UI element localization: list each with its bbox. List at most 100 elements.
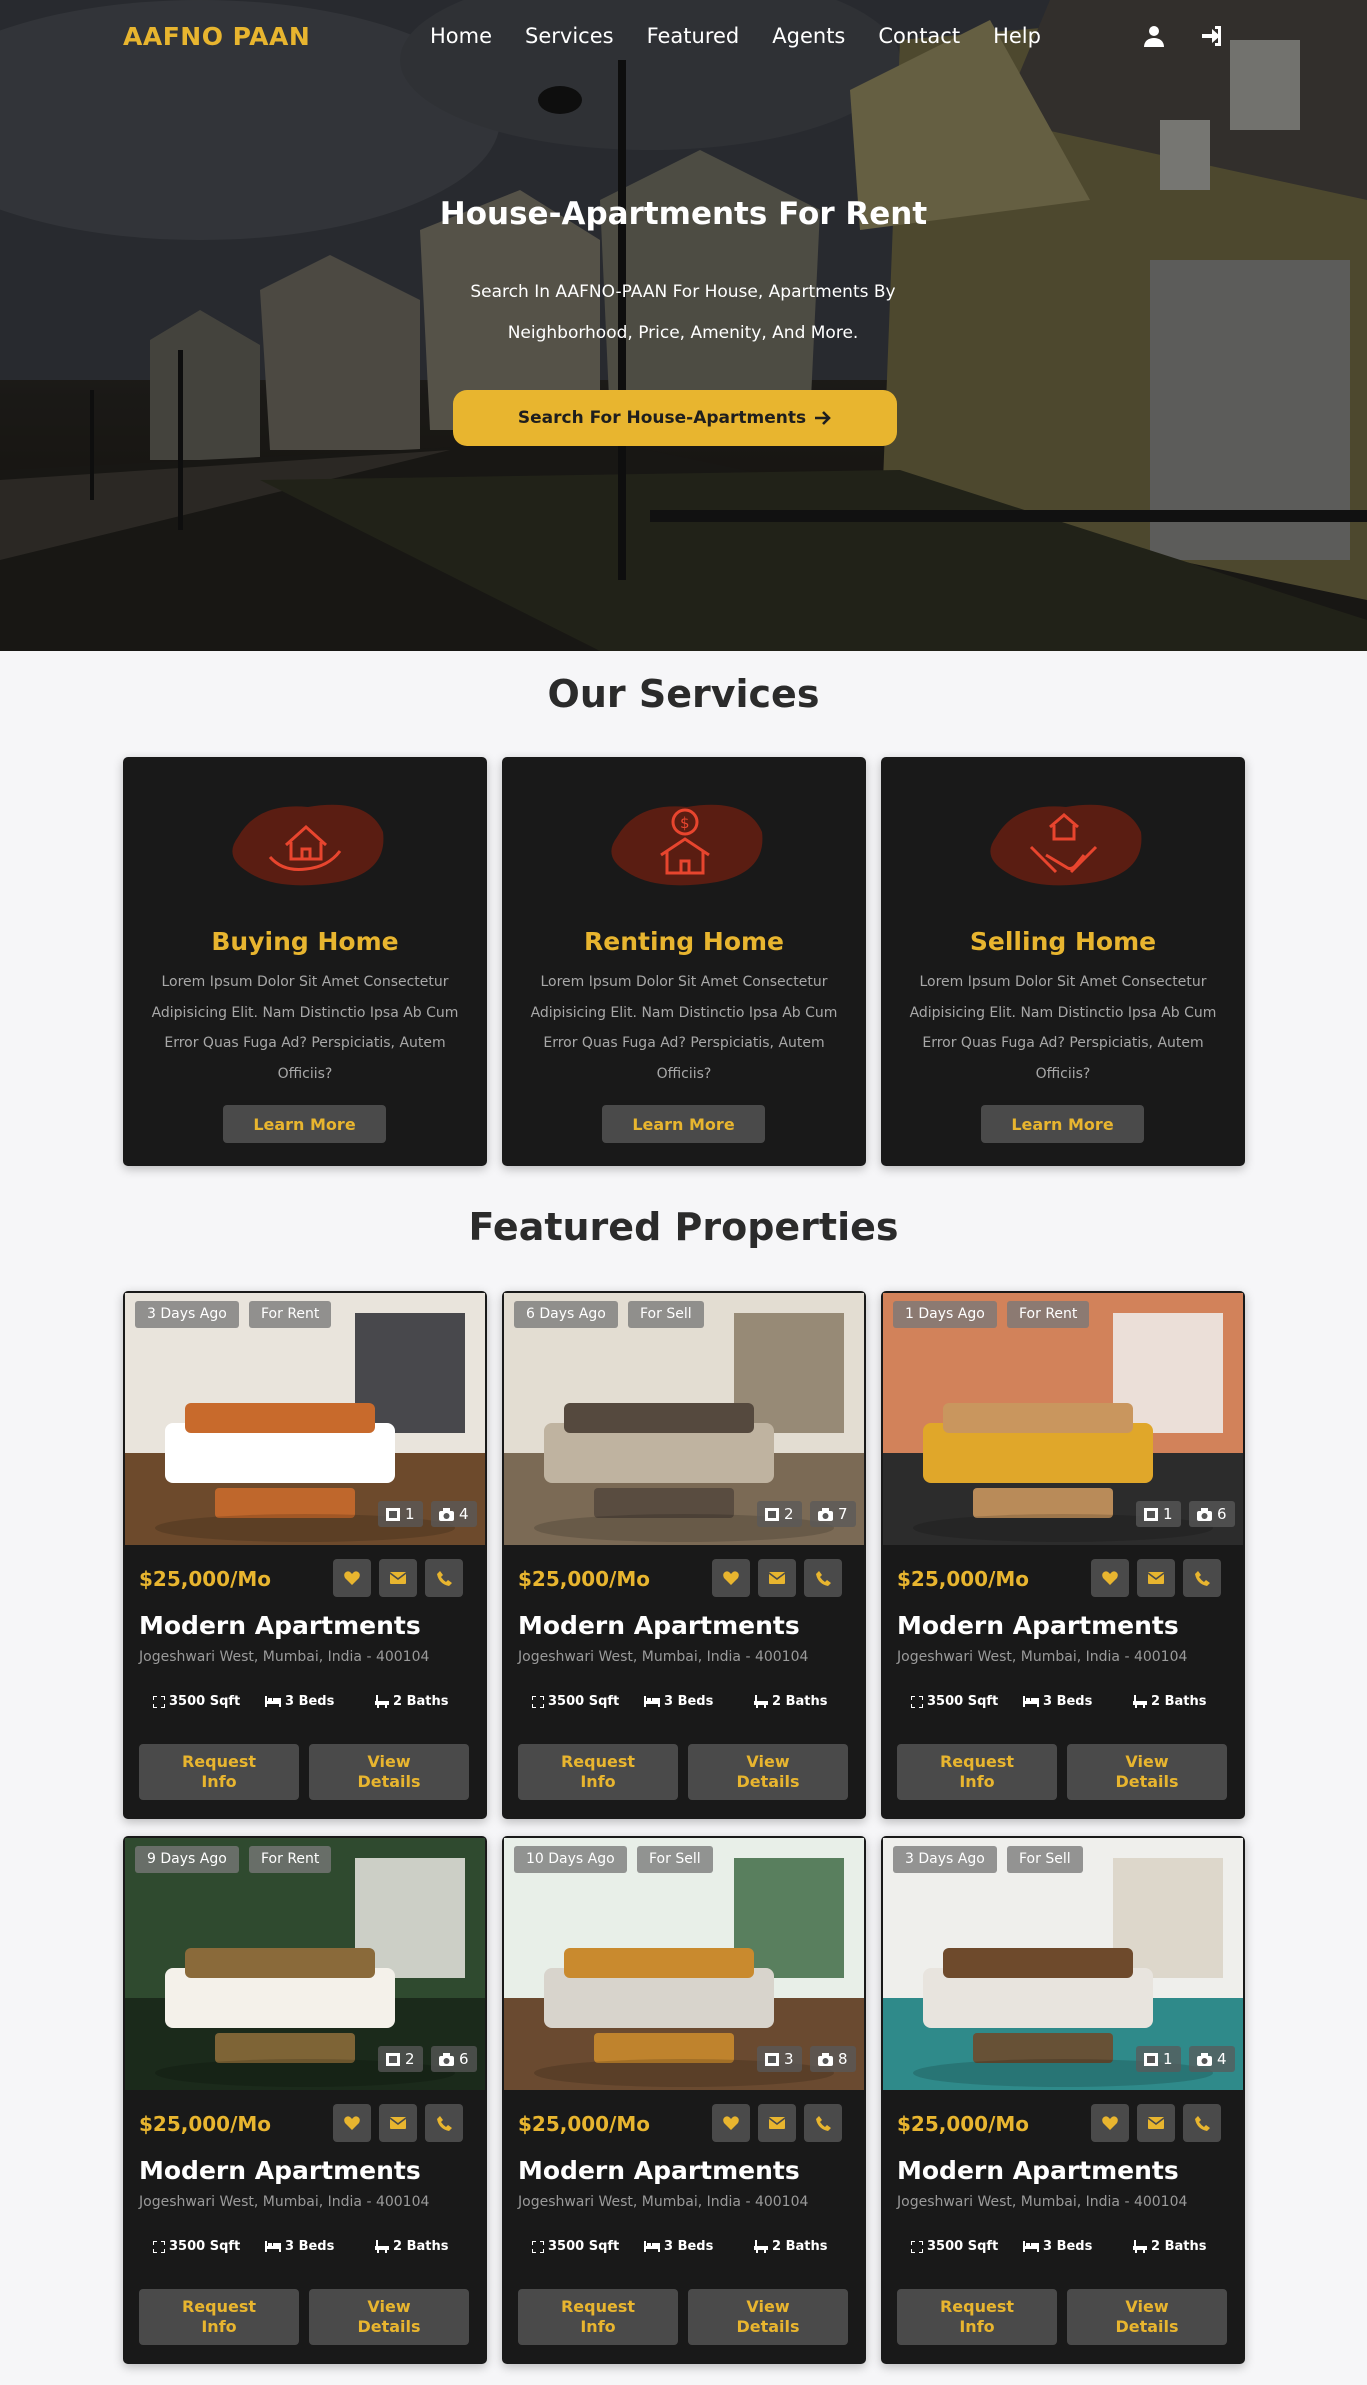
nav-link-help[interactable]: Help (993, 24, 1041, 48)
sign-in-icon[interactable] (1200, 24, 1226, 50)
bed-icon (644, 2241, 660, 2252)
search-houses-button[interactable]: Search For House-Apartments (453, 390, 897, 446)
user-icon[interactable] (1142, 24, 1168, 50)
video-count[interactable]: 1 (1136, 2046, 1181, 2072)
request-info-button[interactable]: Request Info (897, 2289, 1057, 2345)
expand-icon (911, 2240, 923, 2253)
favorite-button[interactable] (333, 2104, 371, 2142)
message-button[interactable] (758, 1559, 796, 1597)
video-count[interactable]: 1 (378, 1501, 423, 1527)
property-card: 9 Days Ago For Rent 2 6 $25,000/Mo Moder… (123, 1836, 487, 2364)
view-details-button[interactable]: View Details (309, 1744, 469, 1800)
video-count[interactable]: 3 (757, 2046, 802, 2072)
nav-link-home[interactable]: Home (430, 24, 492, 48)
nav-link-featured[interactable]: Featured (647, 24, 740, 48)
heart-icon (723, 2116, 739, 2130)
view-details-button[interactable]: View Details (688, 1744, 848, 1800)
video-count-value: 2 (784, 1505, 794, 1523)
message-button[interactable] (758, 2104, 796, 2142)
film-icon (386, 1507, 400, 1521)
baths-value: 2 Baths (772, 2239, 828, 2254)
view-details-button[interactable]: View Details (688, 2289, 848, 2345)
photo-count[interactable]: 6 (431, 2046, 477, 2072)
hero-title: House-Apartments For Rent (439, 196, 928, 232)
request-info-button[interactable]: Request Info (518, 1744, 678, 1800)
property-title[interactable]: Modern Apartments (897, 2156, 1179, 2185)
services-title: Our Services (547, 672, 820, 716)
photo-count[interactable]: 6 (1189, 1501, 1235, 1527)
favorite-button[interactable] (333, 1559, 371, 1597)
favorite-button[interactable] (1091, 1559, 1129, 1597)
property-title[interactable]: Modern Apartments (139, 1611, 421, 1640)
video-count[interactable]: 1 (1136, 1501, 1181, 1527)
photo-count[interactable]: 8 (810, 2046, 856, 2072)
call-button[interactable] (804, 2104, 842, 2142)
service-title: Selling Home (969, 927, 1157, 956)
learn-more-button[interactable]: Learn More (981, 1105, 1144, 1143)
beds-value: 3 Beds (1043, 2239, 1093, 2254)
service-description: Lorem Ipsum Dolor Sit Amet Consectetur A… (151, 974, 459, 1082)
view-details-button[interactable]: View Details (1067, 1744, 1227, 1800)
photo-count[interactable]: 7 (810, 1501, 856, 1527)
camera-icon (439, 1507, 454, 1521)
call-button[interactable] (425, 2104, 463, 2142)
request-info-button[interactable]: Request Info (518, 2289, 678, 2345)
bath-icon (375, 2240, 389, 2253)
bed-icon (265, 2241, 281, 2252)
top-navbar: AAFNO PAAN Home Services Featured Agents… (0, 0, 1367, 76)
property-title[interactable]: Modern Apartments (897, 1611, 1179, 1640)
bath-icon (754, 1695, 768, 1708)
film-icon (765, 1507, 779, 1521)
call-button[interactable] (1183, 1559, 1221, 1597)
bed-icon (1023, 1696, 1039, 1707)
film-icon (1144, 2052, 1158, 2066)
call-button[interactable] (1183, 2104, 1221, 2142)
property-title[interactable]: Modern Apartments (518, 1611, 800, 1640)
photo-count-value: 6 (459, 2050, 469, 2068)
request-info-button[interactable]: Request Info (897, 1744, 1057, 1800)
favorite-button[interactable] (712, 1559, 750, 1597)
message-button[interactable] (379, 1559, 417, 1597)
message-button[interactable] (1137, 2104, 1175, 2142)
camera-icon (818, 1507, 833, 1521)
video-count[interactable]: 2 (757, 1501, 802, 1527)
learn-more-button[interactable]: Learn More (223, 1105, 386, 1143)
listing-status-badge: For Rent (249, 1301, 332, 1328)
nav-link-services[interactable]: Services (525, 24, 614, 48)
property-title[interactable]: Modern Apartments (139, 2156, 421, 2185)
view-details-button[interactable]: View Details (309, 2289, 469, 2345)
photo-count[interactable]: 4 (431, 1501, 477, 1527)
property-price: $25,000/Mo (518, 1567, 651, 1591)
favorite-button[interactable] (1091, 2104, 1129, 2142)
video-count-value: 1 (1163, 1505, 1173, 1523)
request-info-button[interactable]: Request Info (139, 1744, 299, 1800)
favorite-button[interactable] (712, 2104, 750, 2142)
heart-icon (1102, 2116, 1118, 2130)
nav-link-agents[interactable]: Agents (772, 24, 845, 48)
heart-icon (1102, 1571, 1118, 1585)
view-details-button[interactable]: View Details (1067, 2289, 1227, 2345)
posted-age-badge: 3 Days Ago (893, 1846, 997, 1873)
photo-count[interactable]: 4 (1189, 2046, 1235, 2072)
area-value: 3500 Sqft (548, 2239, 620, 2254)
beds-value: 3 Beds (664, 1694, 714, 1709)
hero-subtitle: Search In AAFNO-PAAN For House, Apartmen… (470, 282, 896, 343)
baths-info: 2 Baths (1133, 2239, 1206, 2254)
baths-info: 2 Baths (375, 2239, 448, 2254)
request-info-button[interactable]: Request Info (139, 2289, 299, 2345)
call-button[interactable] (425, 1559, 463, 1597)
envelope-icon (769, 1572, 785, 1584)
call-button[interactable] (804, 1559, 842, 1597)
nav-link-contact[interactable]: Contact (878, 24, 960, 48)
svg-text:$: $ (680, 814, 690, 832)
beds-value: 3 Beds (664, 2239, 714, 2254)
brand-logo[interactable]: AAFNO PAAN (123, 22, 310, 51)
envelope-icon (390, 2117, 406, 2129)
property-address: Jogeshwari West, Mumbai, India - 400104 (897, 2194, 1188, 2210)
message-button[interactable] (379, 2104, 417, 2142)
message-button[interactable] (1137, 1559, 1175, 1597)
property-title[interactable]: Modern Apartments (518, 2156, 800, 2185)
learn-more-button[interactable]: Learn More (602, 1105, 765, 1143)
video-count[interactable]: 2 (378, 2046, 423, 2072)
expand-icon (532, 1695, 544, 1708)
